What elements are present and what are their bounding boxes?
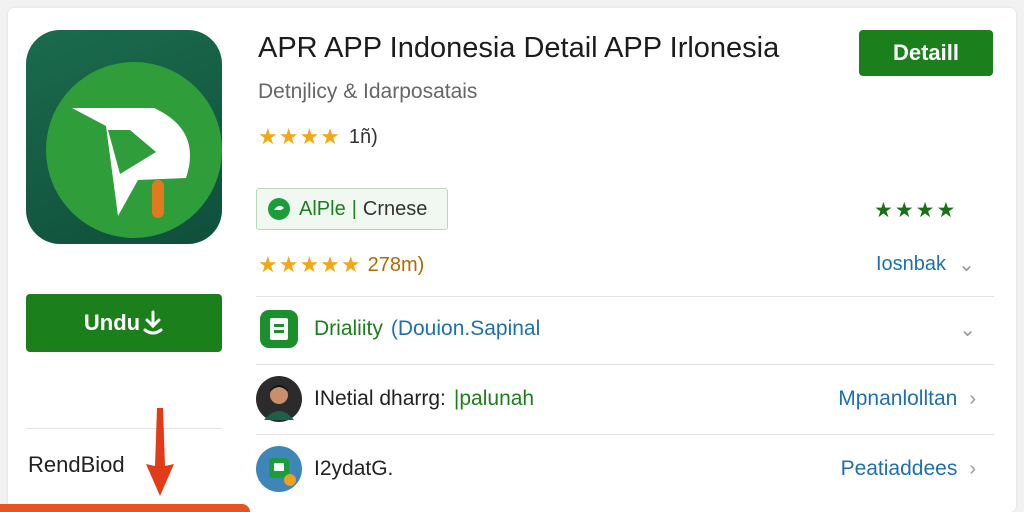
install-button[interactable]: Undu (26, 294, 222, 352)
divider (256, 364, 994, 365)
avatar (256, 376, 302, 422)
app-badge-icon (256, 446, 302, 492)
list-item-sub: |palunah (453, 387, 535, 410)
list-item-update[interactable]: I2ydatG. Peatiaddees › (256, 436, 994, 502)
lookback-link-label: Iosnbak (876, 253, 947, 275)
list-item-quality[interactable]: Drialiity (Douion.Sapinal ⌄ (256, 296, 994, 362)
footer-label[interactable]: RendBiod (28, 452, 125, 478)
app-subtitle[interactable]: Detnjlicy & Idarposatais (258, 80, 477, 104)
chip-label-left: AlPle (299, 197, 346, 220)
divider (256, 434, 994, 435)
star-rating-icon: ★★★★★ (258, 252, 362, 277)
rating-summary: ★★★★ 1ñ) (258, 124, 378, 150)
green-star-rating: ★★★★ (874, 199, 958, 222)
document-icon (260, 310, 298, 348)
detail-button[interactable]: Detaill (859, 30, 993, 76)
category-chip[interactable]: AlPle | Crnese (256, 188, 448, 230)
list-item-right-link[interactable]: Peatiaddees (841, 457, 958, 481)
star-rating-icon: ★★★★ (258, 124, 341, 149)
chat-bubble-icon (268, 198, 290, 220)
list-item-label: I2ydatG. (314, 457, 394, 480)
rating-secondary: ★★★★★ 278m) (258, 252, 424, 278)
rating-count: 1ñ) (348, 125, 378, 148)
app-logo-icon (26, 30, 222, 244)
list-item-developer[interactable]: INetial dharrg: |palunah Mpnanlolltan › (256, 366, 994, 432)
list-item-label: Drialiity (314, 317, 383, 340)
red-arrow-icon (146, 408, 174, 496)
lookback-link[interactable]: Iosnbak ⌄ (876, 252, 975, 277)
rating-secondary-count: 278m) (367, 253, 425, 276)
left-divider (26, 428, 222, 429)
chevron-down-icon: ⌄ (958, 254, 975, 276)
chip-separator: | (351, 197, 357, 220)
install-button-label: Undu (83, 310, 141, 335)
chevron-right-icon: › (969, 387, 976, 410)
chevron-down-icon: ⌄ (959, 318, 976, 341)
download-icon (143, 310, 163, 335)
chip-label-right: Crnese (362, 197, 428, 220)
chevron-right-icon: › (969, 457, 976, 480)
list-item-sub: (Douion.Sapinal (390, 317, 541, 340)
list-item-right-link[interactable]: Mpnanlolltan (838, 387, 957, 411)
accent-bar (0, 504, 250, 512)
app-title: APR APP Indonesia Detail APP Irlonesia (258, 32, 780, 64)
list-item-label: INetial dharrg: (314, 387, 446, 410)
